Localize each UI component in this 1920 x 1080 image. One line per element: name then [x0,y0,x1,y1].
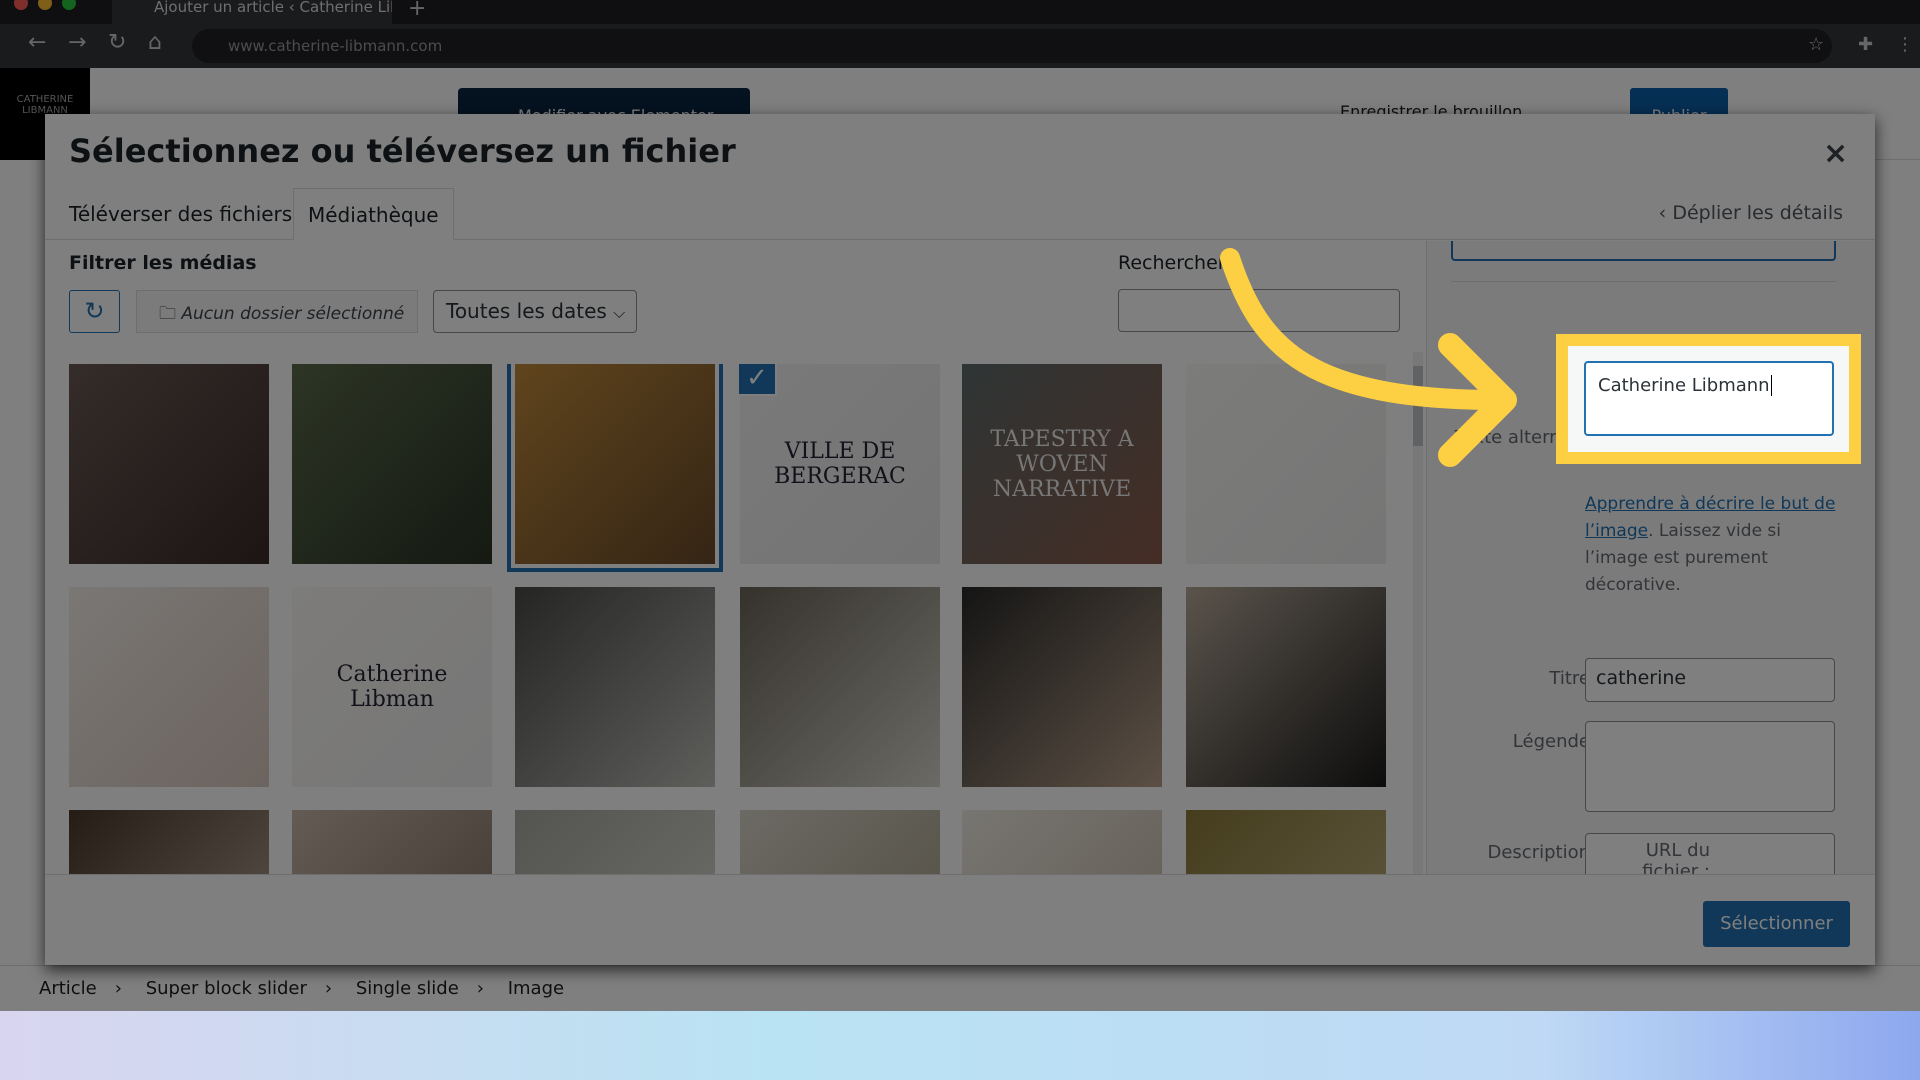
annotation-arrow-icon [1220,248,1517,467]
alt-text-textarea[interactable]: Catherine Libmann [1584,361,1834,436]
alt-text-value: Catherine Libmann [1598,375,1770,396]
desktop-wallpaper [0,1011,1920,1080]
dim-overlay [0,0,1920,1011]
